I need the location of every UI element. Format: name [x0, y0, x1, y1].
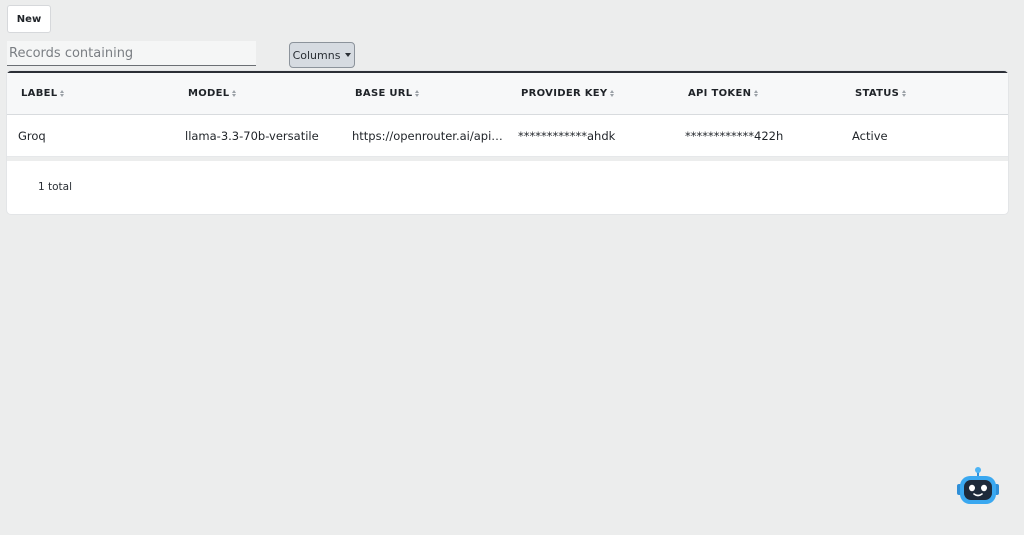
sort-icon	[232, 90, 237, 97]
column-header-status[interactable]: STATUS	[855, 73, 907, 114]
column-header-text: STATUS	[855, 88, 900, 99]
column-header-text: PROVIDER KEY	[521, 88, 608, 99]
table-header: LABEL MODEL BASE URL PROVIDER KEY API TO…	[7, 73, 1008, 115]
sort-icon	[60, 90, 65, 97]
column-header-model[interactable]: MODEL	[188, 73, 237, 114]
cell-model: llama-3.3-70b-versatile	[185, 128, 319, 143]
search-input[interactable]	[7, 41, 256, 66]
cell-api-token: ************422h	[685, 128, 784, 143]
caret-down-icon	[345, 53, 352, 57]
column-header-text: API TOKEN	[688, 88, 752, 99]
column-header-base-url[interactable]: BASE URL	[355, 73, 420, 114]
columns-label: Columns	[292, 48, 341, 62]
column-header-text: MODEL	[188, 88, 230, 99]
cell-provider-key: ************ahdk	[518, 128, 616, 143]
column-header-api-token[interactable]: API TOKEN	[688, 73, 759, 114]
new-button[interactable]: New	[7, 5, 51, 33]
robot-icon	[957, 467, 999, 504]
sort-icon	[754, 90, 759, 97]
total-count: 1 total	[38, 181, 73, 193]
page: New Columns LABEL MODEL BASE URL PROVIDE…	[0, 0, 1024, 535]
assistant-robot-button[interactable]	[955, 466, 1001, 508]
sort-icon	[902, 90, 907, 97]
table-row[interactable]: Groq llama-3.3-70b-versatile https://ope…	[7, 115, 1008, 157]
cell-label: Groq	[18, 128, 46, 143]
column-header-provider-key[interactable]: PROVIDER KEY	[521, 73, 615, 114]
column-header-text: BASE URL	[355, 88, 413, 99]
table-divider	[7, 157, 1008, 161]
columns-dropdown-button[interactable]: Columns	[289, 42, 355, 68]
sort-icon	[610, 90, 615, 97]
cell-status: Active	[852, 128, 888, 143]
sort-icon	[415, 90, 420, 97]
column-header-text: LABEL	[21, 88, 58, 99]
cell-base-url: https://openrouter.ai/api…	[352, 128, 503, 143]
records-table: LABEL MODEL BASE URL PROVIDER KEY API TO…	[7, 71, 1008, 214]
column-header-label[interactable]: LABEL	[21, 73, 65, 114]
